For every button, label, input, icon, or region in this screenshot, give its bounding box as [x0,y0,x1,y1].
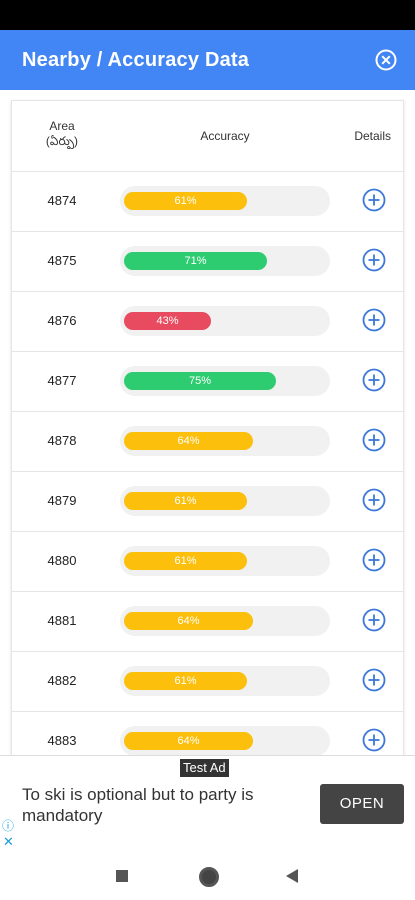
accuracy-fill: 64% [124,612,253,630]
area-cell: 4877 [47,373,77,388]
accuracy-bar: 61% [120,546,330,576]
app-bar: Nearby / Accuracy Data [0,30,415,90]
accuracy-fill: 61% [124,492,247,510]
details-plus-icon[interactable] [361,307,387,333]
area-cell: 4878 [47,433,77,448]
accuracy-bar: 75% [120,366,330,396]
ad-open-button[interactable]: OPEN [320,784,404,824]
page-title: Nearby / Accuracy Data [22,49,250,71]
table-row: 4878 64% [12,411,403,472]
ad-badge: Test Ad [180,759,229,777]
area-cell: 4883 [47,733,77,748]
details-plus-icon[interactable] [361,727,387,753]
table-row: 4880 61% [12,531,403,592]
details-plus-icon[interactable] [361,427,387,453]
table-row: 4883 64% [12,711,403,759]
status-bar [0,0,415,30]
accuracy-bar: 64% [120,606,330,636]
details-plus-icon[interactable] [361,247,387,273]
ad-banner[interactable]: Test Ad To ski is optional but to party … [0,755,415,851]
accuracy-bar: 61% [120,186,330,216]
ad-text[interactable]: To ski is optional but to party is manda… [22,784,302,826]
accuracy-fill: 64% [124,732,253,750]
accuracy-fill: 61% [124,672,247,690]
accuracy-bar: 71% [120,246,330,276]
header-details: Details [354,129,391,143]
area-cell: 4875 [47,253,77,268]
home-icon[interactable] [199,867,219,887]
table-row: 4875 71% [12,231,403,292]
area-cell: 4880 [47,553,77,568]
details-plus-icon[interactable] [361,547,387,573]
accuracy-bar: 61% [120,486,330,516]
header-accuracy: Accuracy [200,129,250,143]
accuracy-fill: 71% [124,252,267,270]
area-cell: 4881 [47,613,77,628]
back-icon[interactable] [285,868,299,884]
accuracy-table: Area (ఏర్పు) Accuracy Details 4874 61% 487… [11,100,404,760]
area-cell: 4876 [47,313,77,328]
close-icon[interactable] [375,49,397,71]
area-cell: 4879 [47,493,77,508]
system-nav-bar [0,850,415,900]
accuracy-bar: 64% [120,426,330,456]
area-cell: 4882 [47,673,77,688]
table-row: 4881 64% [12,591,403,652]
details-plus-icon[interactable] [361,667,387,693]
table-row: 4879 61% [12,471,403,532]
table-row: 4882 61% [12,651,403,712]
accuracy-fill: 61% [124,192,247,210]
ad-info-icon[interactable]: ⓘ [2,819,14,833]
area-cell: 4874 [47,193,77,208]
table-header: Area (ఏర్పు) Accuracy Details [12,101,403,172]
header-area: Area (ఏర్పు) [45,119,79,148]
accuracy-bar: 64% [120,726,330,756]
table-row: 4876 43% [12,291,403,352]
ad-close-icon[interactable]: ✕ [3,835,14,849]
recents-icon[interactable] [116,870,128,882]
details-plus-icon[interactable] [361,187,387,213]
details-plus-icon[interactable] [361,607,387,633]
details-plus-icon[interactable] [361,487,387,513]
accuracy-fill: 64% [124,432,253,450]
accuracy-fill: 43% [124,312,211,330]
details-plus-icon[interactable] [361,367,387,393]
accuracy-fill: 75% [124,372,276,390]
accuracy-bar: 61% [120,666,330,696]
accuracy-fill: 61% [124,552,247,570]
table-row: 4877 75% [12,351,403,412]
table-row: 4874 61% [12,171,403,232]
accuracy-bar: 43% [120,306,330,336]
